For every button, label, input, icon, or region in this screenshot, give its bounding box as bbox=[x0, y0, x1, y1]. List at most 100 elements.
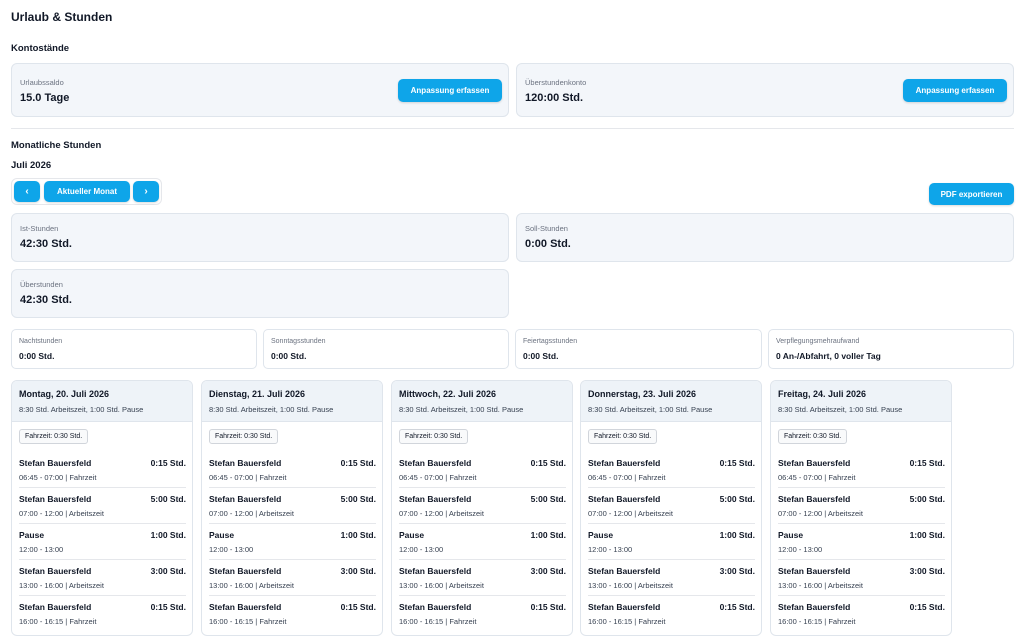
verpflegungsmehraufwand-card: Verpflegungsmehraufwand 0 An-/Abfahrt, 0… bbox=[768, 329, 1014, 369]
day-header: Mittwoch, 22. Juli 2026 8:30 Std. Arbeit… bbox=[392, 381, 572, 422]
entry-duration: 5:00 Std. bbox=[719, 494, 755, 504]
time-entry[interactable]: Stefan Bauersfeld 3:00 Std. 13:00 - 16:0… bbox=[19, 560, 186, 596]
fahrzeit-badge: Fahrzeit: 0:30 Std. bbox=[778, 429, 848, 444]
time-entry[interactable]: Stefan Bauersfeld 5:00 Std. 07:00 - 12:0… bbox=[209, 488, 376, 524]
page-title: Urlaub & Stunden bbox=[11, 10, 113, 24]
pause-entry[interactable]: Pause 1:00 Std. 12:00 - 13:00 bbox=[19, 524, 186, 560]
entry-detail: 07:00 - 12:00 | Arbeitszeit bbox=[19, 509, 104, 518]
entry-detail: 16:00 - 16:15 | Fahrzeit bbox=[588, 617, 666, 626]
time-entry[interactable]: Stefan Bauersfeld 0:15 Std. 16:00 - 16:1… bbox=[19, 596, 186, 632]
day-card-friday: Freitag, 24. Juli 2026 8:30 Std. Arbeits… bbox=[770, 380, 952, 636]
time-entry[interactable]: Stefan Bauersfeld 0:15 Std. 06:45 - 07:0… bbox=[209, 452, 376, 488]
entry-detail: 13:00 - 16:00 | Arbeitszeit bbox=[209, 581, 294, 590]
day-card-wednesday: Mittwoch, 22. Juli 2026 8:30 Std. Arbeit… bbox=[391, 380, 573, 636]
time-entry[interactable]: Stefan Bauersfeld 0:15 Std. 06:45 - 07:0… bbox=[778, 452, 945, 488]
entry-name: Stefan Bauersfeld bbox=[399, 602, 472, 612]
soll-stunden-card: Soll-Stunden 0:00 Std. bbox=[516, 213, 1014, 262]
current-month-button[interactable]: Aktueller Monat bbox=[44, 181, 130, 202]
day-card-thursday: Donnerstag, 23. Juli 2026 8:30 Std. Arbe… bbox=[580, 380, 762, 636]
ueberstundenkonto-card: Überstundenkonto 120:00 Std. Anpassung e… bbox=[516, 63, 1014, 117]
ueberstunden-card: Überstunden 42:30 Std. bbox=[11, 269, 509, 318]
feiertagsstunden-card: Feiertagsstunden 0:00 Std. bbox=[515, 329, 762, 369]
entry-name: Stefan Bauersfeld bbox=[588, 602, 661, 612]
pause-entry[interactable]: Pause 1:00 Std. 12:00 - 13:00 bbox=[399, 524, 566, 560]
entry-name: Pause bbox=[399, 530, 425, 540]
prev-month-button[interactable]: ‹ bbox=[14, 181, 40, 202]
time-entry[interactable]: Stefan Bauersfeld 0:15 Std. 16:00 - 16:1… bbox=[399, 596, 566, 632]
entry-detail: 16:00 - 16:15 | Fahrzeit bbox=[778, 617, 856, 626]
entry-name: Stefan Bauersfeld bbox=[19, 602, 92, 612]
next-month-button[interactable]: › bbox=[133, 181, 159, 202]
entry-duration: 3:00 Std. bbox=[719, 566, 755, 576]
time-entry[interactable]: Stefan Bauersfeld 3:00 Std. 13:00 - 16:0… bbox=[778, 560, 945, 596]
day-summary: 8:30 Std. Arbeitszeit, 1:00 Std. Pause bbox=[19, 405, 144, 414]
sonntagsstunden-value: 0:00 Std. bbox=[271, 351, 307, 361]
time-entry[interactable]: Stefan Bauersfeld 0:15 Std. 06:45 - 07:0… bbox=[588, 452, 755, 488]
pdf-export-button[interactable]: PDF exportieren bbox=[929, 183, 1014, 205]
entry-name: Pause bbox=[778, 530, 804, 540]
time-entry[interactable]: Stefan Bauersfeld 3:00 Std. 13:00 - 16:0… bbox=[209, 560, 376, 596]
entry-name: Stefan Bauersfeld bbox=[588, 458, 661, 468]
entry-duration: 5:00 Std. bbox=[909, 494, 945, 504]
ueberstundenkonto-value: 120:00 Std. bbox=[525, 92, 584, 104]
entry-name: Stefan Bauersfeld bbox=[588, 494, 661, 504]
entry-name: Stefan Bauersfeld bbox=[209, 602, 282, 612]
entry-detail: 07:00 - 12:00 | Arbeitszeit bbox=[588, 509, 673, 518]
entry-name: Stefan Bauersfeld bbox=[19, 566, 92, 576]
entry-duration: 0:15 Std. bbox=[530, 458, 566, 468]
time-entry[interactable]: Stefan Bauersfeld 0:15 Std. 06:45 - 07:0… bbox=[399, 452, 566, 488]
entry-duration: 1:00 Std. bbox=[150, 530, 186, 540]
time-entry[interactable]: Stefan Bauersfeld 5:00 Std. 07:00 - 12:0… bbox=[778, 488, 945, 524]
ueberstunden-anpassung-button[interactable]: Anpassung erfassen bbox=[903, 79, 1007, 102]
ist-stunden-value: 42:30 Std. bbox=[20, 238, 72, 250]
ueberstunden-value: 42:30 Std. bbox=[20, 294, 72, 306]
time-entry[interactable]: Stefan Bauersfeld 0:15 Std. 06:45 - 07:0… bbox=[19, 452, 186, 488]
day-summary: 8:30 Std. Arbeitszeit, 1:00 Std. Pause bbox=[209, 405, 334, 414]
entry-duration: 0:15 Std. bbox=[909, 458, 945, 468]
entry-duration: 3:00 Std. bbox=[340, 566, 376, 576]
time-entry[interactable]: Stefan Bauersfeld 5:00 Std. 07:00 - 12:0… bbox=[399, 488, 566, 524]
entry-duration: 0:15 Std. bbox=[530, 602, 566, 612]
entry-duration: 3:00 Std. bbox=[150, 566, 186, 576]
entry-duration: 3:00 Std. bbox=[909, 566, 945, 576]
urlaub-anpassung-button[interactable]: Anpassung erfassen bbox=[398, 79, 502, 102]
entry-duration: 0:15 Std. bbox=[909, 602, 945, 612]
entry-detail: 12:00 - 13:00 bbox=[399, 545, 444, 554]
time-entry[interactable]: Stefan Bauersfeld 5:00 Std. 07:00 - 12:0… bbox=[588, 488, 755, 524]
entry-name: Stefan Bauersfeld bbox=[399, 566, 472, 576]
entry-name: Stefan Bauersfeld bbox=[778, 566, 851, 576]
time-entry[interactable]: Stefan Bauersfeld 5:00 Std. 07:00 - 12:0… bbox=[19, 488, 186, 524]
entry-name: Pause bbox=[588, 530, 614, 540]
day-summary: 8:30 Std. Arbeitszeit, 1:00 Std. Pause bbox=[588, 405, 713, 414]
urlaubssaldo-value: 15.0 Tage bbox=[20, 92, 70, 104]
entry-detail: 13:00 - 16:00 | Arbeitszeit bbox=[19, 581, 104, 590]
pause-entry[interactable]: Pause 1:00 Std. 12:00 - 13:00 bbox=[588, 524, 755, 560]
soll-stunden-value: 0:00 Std. bbox=[525, 238, 571, 250]
day-header: Montag, 20. Juli 2026 8:30 Std. Arbeitsz… bbox=[12, 381, 192, 422]
time-entry[interactable]: Stefan Bauersfeld 3:00 Std. 13:00 - 16:0… bbox=[588, 560, 755, 596]
entry-detail: 06:45 - 07:00 | Fahrzeit bbox=[588, 473, 666, 482]
ist-stunden-label: Ist-Stunden bbox=[20, 224, 59, 233]
feiertagsstunden-value: 0:00 Std. bbox=[523, 351, 559, 361]
entry-name: Stefan Bauersfeld bbox=[778, 458, 851, 468]
pause-entry[interactable]: Pause 1:00 Std. 12:00 - 13:00 bbox=[209, 524, 376, 560]
pause-entry[interactable]: Pause 1:00 Std. 12:00 - 13:00 bbox=[778, 524, 945, 560]
time-entry[interactable]: Stefan Bauersfeld 0:15 Std. 16:00 - 16:1… bbox=[588, 596, 755, 632]
kontostaende-heading: Kontostände bbox=[11, 43, 70, 54]
fahrzeit-badge: Fahrzeit: 0:30 Std. bbox=[588, 429, 658, 444]
ueberstundenkonto-label: Überstundenkonto bbox=[525, 78, 587, 87]
day-card-tuesday: Dienstag, 21. Juli 2026 8:30 Std. Arbeit… bbox=[201, 380, 383, 636]
time-entry[interactable]: Stefan Bauersfeld 0:15 Std. 16:00 - 16:1… bbox=[778, 596, 945, 632]
entry-duration: 0:15 Std. bbox=[150, 458, 186, 468]
entry-detail: 16:00 - 16:15 | Fahrzeit bbox=[399, 617, 477, 626]
time-entry[interactable]: Stefan Bauersfeld 3:00 Std. 13:00 - 16:0… bbox=[399, 560, 566, 596]
section-divider bbox=[11, 128, 1014, 129]
entry-detail: 12:00 - 13:00 bbox=[19, 545, 64, 554]
entry-detail: 06:45 - 07:00 | Fahrzeit bbox=[399, 473, 477, 482]
entry-name: Stefan Bauersfeld bbox=[399, 458, 472, 468]
urlaubssaldo-card: Urlaubssaldo 15.0 Tage Anpassung erfasse… bbox=[11, 63, 509, 117]
entry-detail: 07:00 - 12:00 | Arbeitszeit bbox=[778, 509, 863, 518]
entry-detail: 16:00 - 16:15 | Fahrzeit bbox=[209, 617, 287, 626]
time-entry[interactable]: Stefan Bauersfeld 0:15 Std. 16:00 - 16:1… bbox=[209, 596, 376, 632]
day-header: Donnerstag, 23. Juli 2026 8:30 Std. Arbe… bbox=[581, 381, 761, 422]
